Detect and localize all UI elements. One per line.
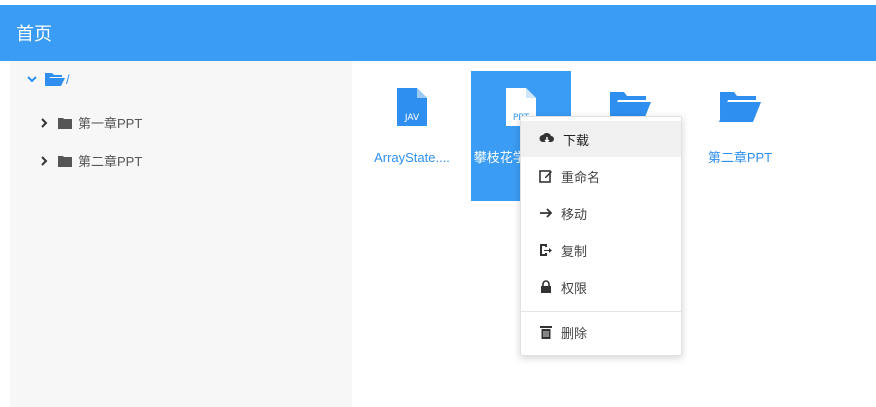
folder-icon bbox=[58, 155, 72, 167]
chevron-right-icon[interactable] bbox=[38, 117, 50, 129]
file-name: ArrayState.... bbox=[374, 150, 450, 165]
lock-icon bbox=[541, 280, 551, 293]
chevron-down-icon[interactable] bbox=[26, 73, 38, 85]
tree-item-label: 第二章PPT bbox=[78, 154, 143, 169]
menu-item-delete[interactable]: 删除 bbox=[521, 314, 681, 350]
edit-icon bbox=[539, 170, 552, 183]
menu-item-label: 移动 bbox=[561, 206, 588, 222]
file-tile-chapter2[interactable]: 第二章PPT bbox=[690, 71, 790, 201]
chevron-right-icon[interactable] bbox=[38, 155, 50, 167]
file-badge: JAV bbox=[404, 113, 420, 123]
menu-item-label: 重命名 bbox=[561, 169, 601, 185]
folder-icon bbox=[58, 117, 72, 129]
app-header: 首页 bbox=[0, 5, 876, 61]
tree-root-label: / bbox=[66, 71, 70, 87]
tree-root[interactable]: / bbox=[26, 71, 70, 87]
folder-open-icon bbox=[45, 73, 65, 86]
menu-item-label: 权限 bbox=[561, 280, 588, 296]
arrow-right-icon bbox=[540, 208, 553, 218]
trash-icon bbox=[540, 326, 552, 339]
menu-item-label: 复制 bbox=[561, 243, 588, 259]
menu-item-label: 下载 bbox=[563, 132, 590, 148]
folder-tree: / 第一章PPT 第二章PPT bbox=[10, 61, 352, 407]
file-tile-java[interactable]: JAV ArrayState.... bbox=[362, 71, 462, 201]
tree-item-chapter2[interactable]: 第二章PPT bbox=[38, 151, 142, 170]
menu-item-rename[interactable]: 重命名 bbox=[521, 158, 681, 194]
menu-item-copy[interactable]: 复制 bbox=[521, 232, 681, 268]
menu-item-move[interactable]: 移动 bbox=[521, 195, 681, 231]
file-name: 第二章PPT bbox=[707, 150, 773, 165]
tree-item-chapter1[interactable]: 第一章PPT bbox=[38, 113, 142, 132]
copy-icon bbox=[540, 244, 552, 256]
context-menu: 下载 重命名 移动 复制 权限 删除 bbox=[520, 116, 682, 356]
folder-open-icon bbox=[719, 92, 761, 122]
page-title: 首页 bbox=[16, 24, 52, 44]
file-icon: JAV bbox=[397, 88, 427, 126]
menu-item-download[interactable]: 下载 bbox=[521, 121, 681, 157]
tree-item-label: 第一章PPT bbox=[78, 116, 143, 131]
cloud-download-icon bbox=[539, 132, 554, 144]
menu-item-label: 删除 bbox=[561, 325, 588, 341]
menu-item-permission[interactable]: 权限 bbox=[521, 269, 681, 305]
menu-divider bbox=[521, 311, 681, 312]
